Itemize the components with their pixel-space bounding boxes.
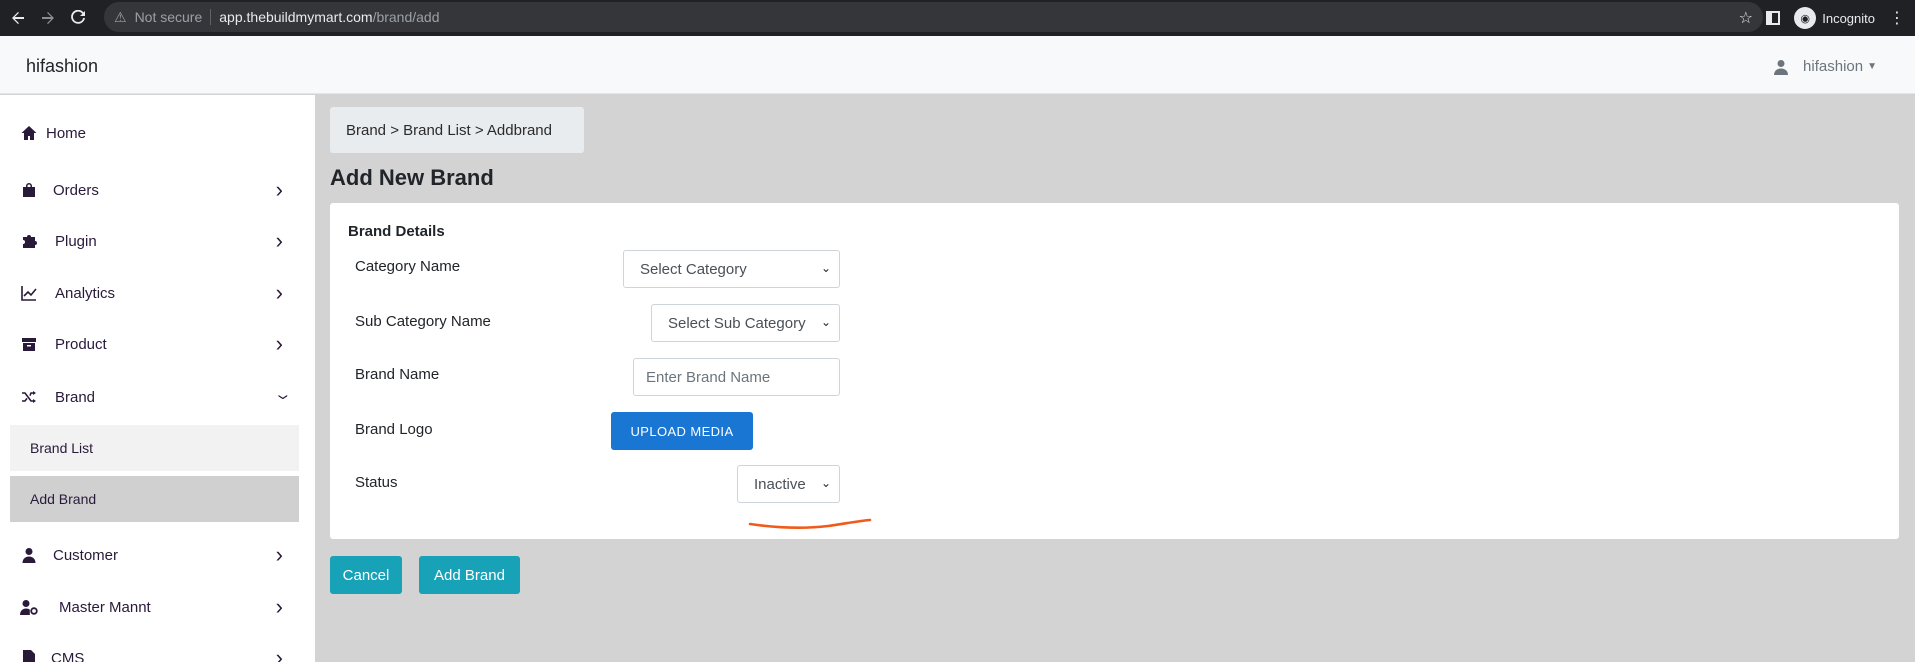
sidebar-item-cms[interactable]: CMS ›	[0, 638, 315, 662]
category-select[interactable]: Select Category ⌄	[623, 250, 840, 288]
user-gear-icon	[20, 598, 38, 616]
sidebar-item-product[interactable]: Product ›	[0, 324, 315, 364]
sidebar: Home Orders › Plugin › Analytics › Produ…	[0, 95, 315, 662]
upload-media-button[interactable]: UPLOAD MEDIA	[611, 412, 753, 450]
menu-dots-icon[interactable]: ⋮	[1889, 8, 1905, 28]
sidebar-item-label: Plugin	[55, 232, 97, 250]
chevron-right-icon: ›	[275, 228, 283, 253]
chevron-down-icon: ⌄	[820, 315, 831, 329]
puzzle-icon	[20, 232, 38, 250]
category-select-value: Select Category	[640, 260, 747, 278]
chart-line-icon	[20, 284, 38, 302]
chevron-down-icon: ›	[271, 394, 295, 400]
section-title: Brand Details	[348, 223, 445, 240]
sidebar-item-master-mannt[interactable]: Master Mannt ›	[0, 587, 315, 627]
reload-button[interactable]	[66, 6, 90, 30]
url-path: /brand/add	[372, 9, 440, 25]
sidebar-item-plugin[interactable]: Plugin ›	[0, 221, 315, 261]
sidebar-item-label: Customer	[53, 546, 119, 564]
sidebar-item-label: Product	[55, 335, 107, 353]
chevron-right-icon: ›	[275, 645, 283, 662]
sidebar-subitem-brand-list[interactable]: Brand List	[10, 425, 299, 471]
warning-icon: ⚠	[114, 8, 127, 25]
chevron-down-icon: ⌄	[820, 476, 831, 490]
sidebar-item-home[interactable]: Home	[0, 113, 315, 153]
sidebar-item-analytics[interactable]: Analytics ›	[0, 273, 315, 313]
sidebar-subitem-add-brand[interactable]: Add Brand	[10, 476, 299, 522]
home-icon	[20, 124, 38, 142]
incognito-icon: ◉	[1794, 7, 1817, 29]
reload-icon	[71, 10, 85, 24]
sidebar-item-label: Master Mannt	[59, 598, 151, 616]
address-separator	[210, 9, 212, 25]
back-button[interactable]	[6, 6, 30, 30]
status-select[interactable]: Inactive ⌄	[737, 465, 840, 503]
brand-name-input[interactable]: Enter Brand Name	[633, 358, 840, 396]
forward-button[interactable]	[36, 6, 60, 30]
app-navbar: hifashion hifashion ▼	[0, 36, 1915, 94]
incognito-indicator[interactable]: ◉ Incognito	[1794, 7, 1875, 29]
shuffle-icon	[20, 388, 38, 406]
page-title: Add New Brand	[330, 165, 494, 190]
status-label: Status	[355, 474, 398, 491]
category-label: Category Name	[355, 258, 461, 275]
brand-form-card: Brand Details Category Name Select Categ…	[330, 203, 1899, 539]
brand-name-label: Brand Name	[355, 366, 440, 383]
sidebar-item-label: CMS	[51, 649, 85, 662]
add-brand-button[interactable]: Add Brand	[419, 556, 520, 594]
shopping-bag-icon	[20, 181, 38, 199]
subcategory-label: Sub Category Name	[355, 313, 491, 330]
cancel-button[interactable]: Cancel	[330, 556, 402, 594]
status-select-value: Inactive	[754, 475, 806, 493]
chevron-right-icon: ›	[275, 594, 283, 619]
chevron-right-icon: ›	[275, 542, 283, 567]
user-menu[interactable]: hifashion ▼	[1773, 58, 1877, 75]
arrow-left-icon	[12, 12, 24, 24]
sidebar-item-orders[interactable]: Orders ›	[0, 170, 315, 210]
url-host: app.thebuildmymart.com	[219, 9, 373, 25]
user-icon	[20, 546, 38, 564]
archive-box-icon	[20, 335, 38, 353]
side-panel-icon[interactable]	[1766, 11, 1781, 25]
user-name: hifashion	[1803, 58, 1864, 75]
subcategory-select[interactable]: Select Sub Category ⌄	[651, 304, 840, 342]
address-bar[interactable]: ⚠ Not secure app.thebuildmymart.com /bra…	[104, 2, 1763, 32]
document-icon	[20, 649, 38, 662]
sidebar-item-brand[interactable]: Brand ›	[0, 377, 315, 417]
sidebar-item-label: Home	[46, 124, 87, 142]
chevron-right-icon: ›	[275, 177, 283, 202]
app-title[interactable]: hifashion	[26, 56, 98, 77]
user-icon	[1774, 59, 1789, 75]
breadcrumb[interactable]: Brand > Brand List > Addbrand	[330, 107, 584, 153]
sidebar-item-label: Orders	[53, 181, 99, 199]
browser-toolbar: ⚠ Not secure app.thebuildmymart.com /bra…	[0, 0, 1915, 36]
brand-name-placeholder: Enter Brand Name	[646, 368, 771, 386]
security-label: Not secure	[134, 9, 203, 25]
chevron-right-icon: ›	[275, 280, 283, 305]
annotation-underline	[748, 518, 872, 530]
bookmark-star-icon[interactable]: ☆	[1739, 8, 1753, 28]
incognito-label: Incognito	[1822, 10, 1875, 26]
sidebar-item-label: Brand	[55, 388, 96, 406]
chevron-right-icon: ›	[275, 331, 283, 356]
sidebar-item-customer[interactable]: Customer ›	[0, 535, 315, 575]
browser-actions: ◉ Incognito ⋮	[1766, 0, 1915, 36]
caret-down-icon: ▼	[1867, 61, 1877, 72]
subcategory-select-value: Select Sub Category	[668, 314, 806, 332]
arrow-right-icon	[42, 12, 54, 24]
brand-logo-label: Brand Logo	[355, 421, 433, 438]
chevron-down-icon: ⌄	[820, 261, 831, 275]
sidebar-item-label: Analytics	[55, 284, 116, 302]
